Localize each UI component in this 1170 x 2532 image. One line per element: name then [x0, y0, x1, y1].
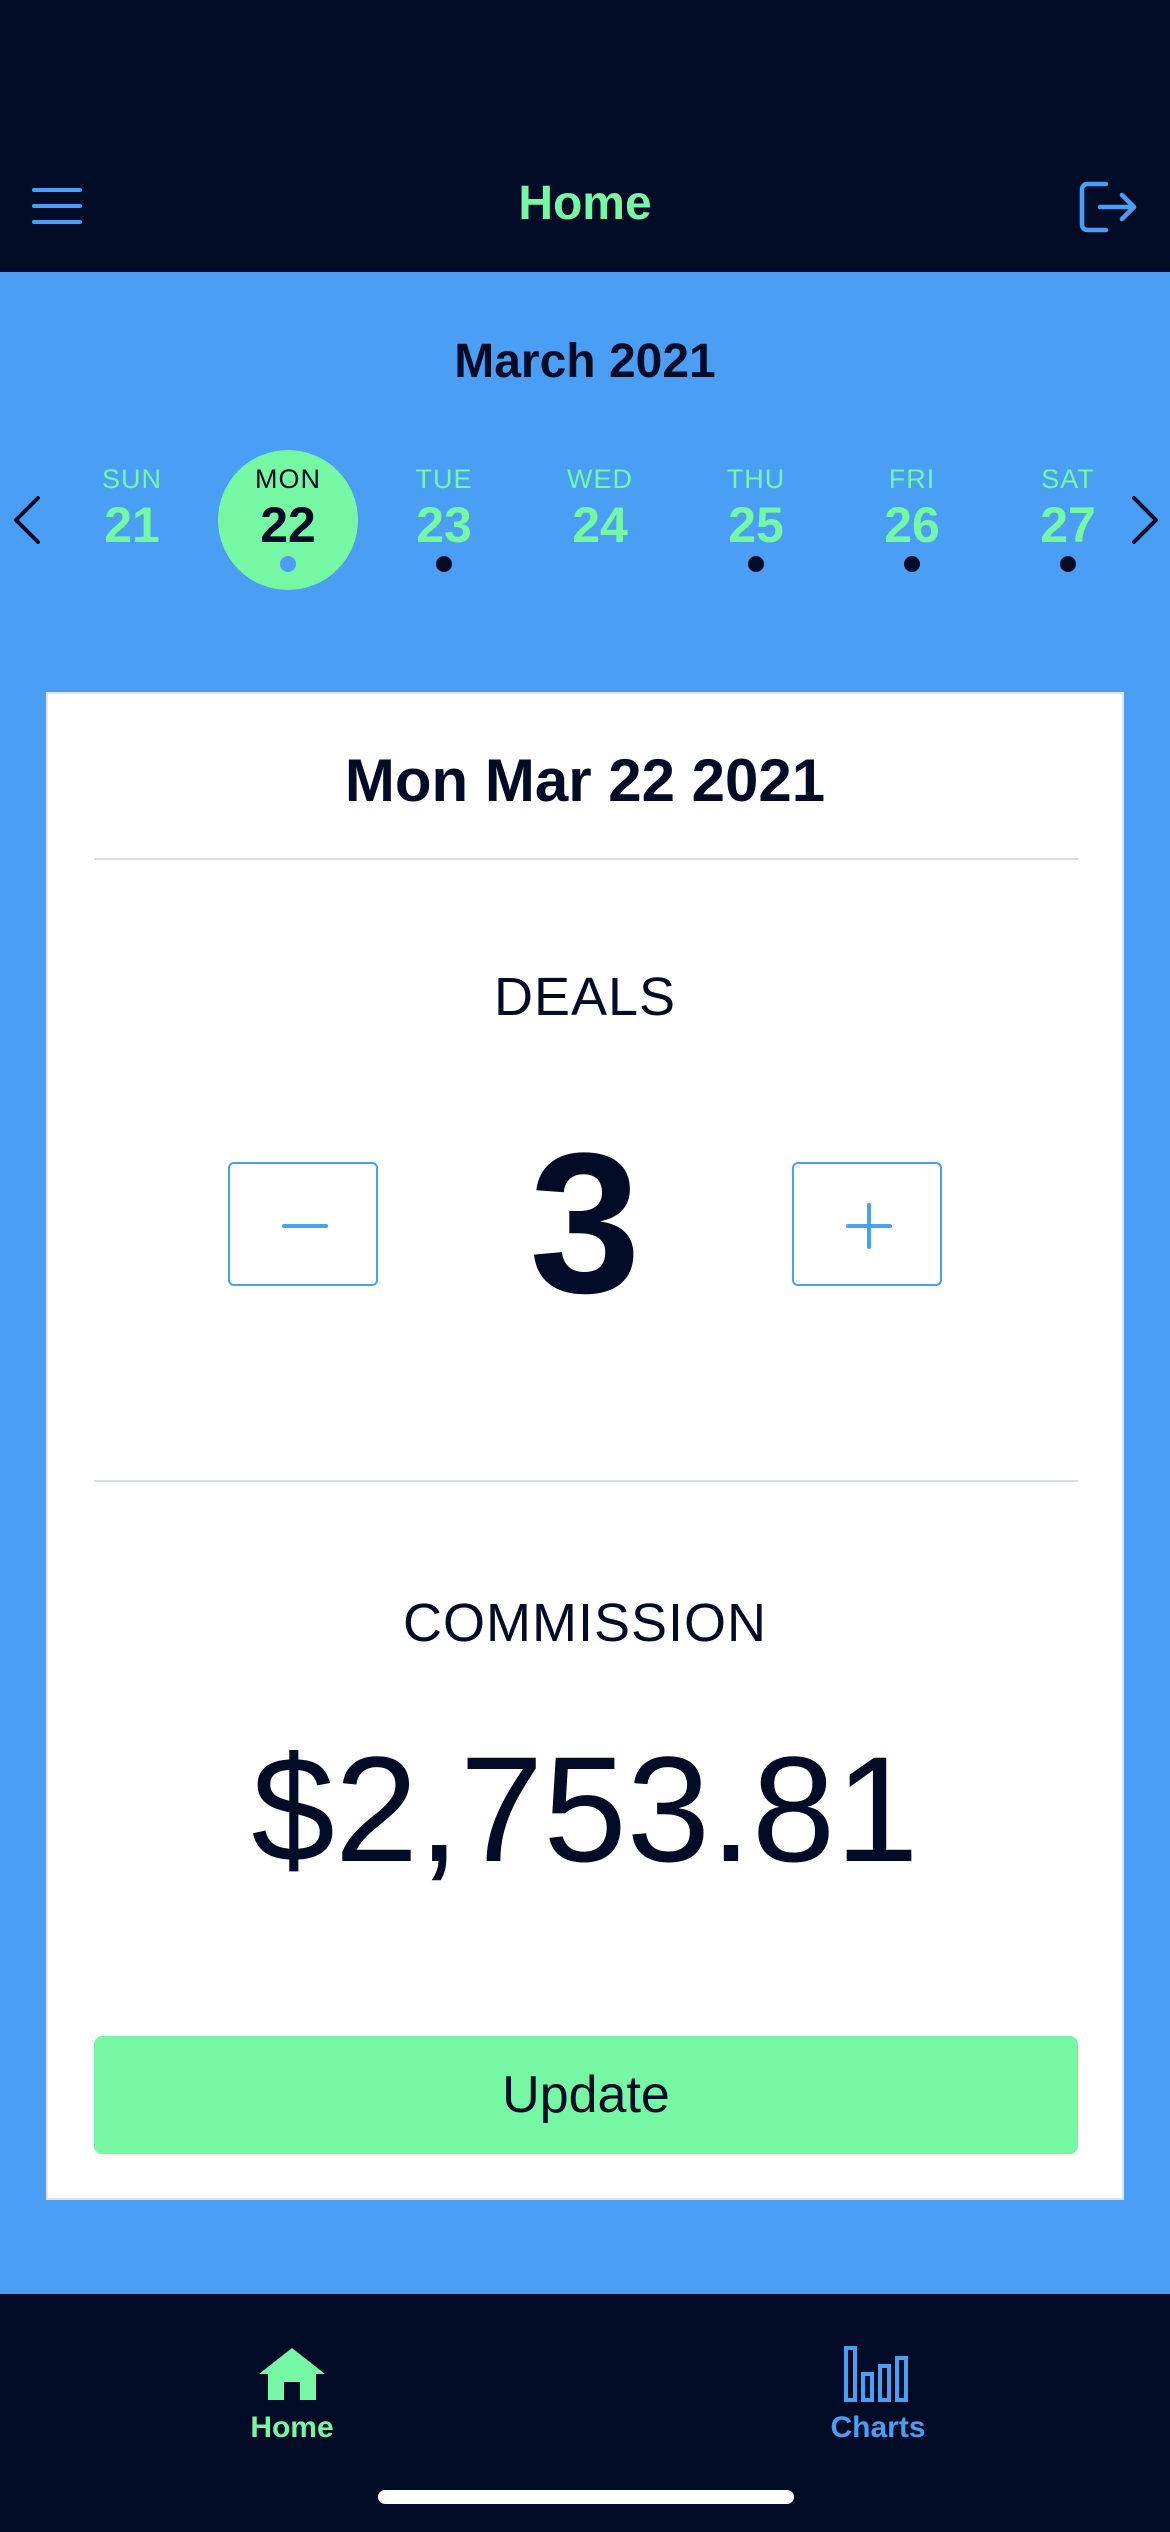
tab-charts-label: Charts — [830, 2411, 926, 2444]
deals-count: 3 — [529, 1112, 641, 1335]
home-icon — [259, 2348, 325, 2400]
page-title: Home — [518, 177, 652, 230]
day-tue-23[interactable]: TUE 23 — [374, 450, 514, 590]
logout-icon[interactable] — [1078, 180, 1140, 234]
day-wed-24[interactable]: WED 24 — [530, 450, 670, 590]
day-number: 27 — [1040, 497, 1096, 553]
tab-home-label: Home — [250, 2411, 334, 2444]
plus-icon — [846, 1203, 892, 1249]
home-indicator — [378, 2490, 794, 2504]
activity-dot — [1060, 556, 1076, 572]
day-name: SAT — [1041, 464, 1095, 494]
activity-dot — [748, 556, 764, 572]
tab-charts[interactable]: Charts — [778, 2344, 978, 2445]
day-number: 21 — [104, 497, 160, 553]
top-navigation-bar: Home — [0, 0, 1170, 272]
day-thu-25[interactable]: THU 25 — [686, 450, 826, 590]
day-name: FRI — [888, 464, 936, 494]
day-number: 23 — [416, 497, 472, 553]
day-fri-26[interactable]: FRI 26 — [842, 450, 982, 590]
commission-label: COMMISSION — [402, 1593, 767, 1653]
day-number: 22 — [260, 497, 316, 553]
commission-amount: $2,753.81 — [251, 1725, 919, 1893]
previous-week-chevron-left-icon[interactable] — [8, 494, 48, 546]
deals-card: Mon Mar 22 2021 DEALS 3 COMMISSION $2,75… — [46, 692, 1124, 2200]
activity-dot — [280, 556, 296, 572]
day-name: SUN — [101, 464, 162, 494]
day-sun-21[interactable]: SUN 21 — [62, 450, 202, 590]
activity-dot — [436, 556, 452, 572]
day-sat-27[interactable]: SAT 27 — [998, 450, 1138, 590]
day-mon-22[interactable]: MON 22 — [218, 450, 358, 590]
deals-label: DEALS — [493, 967, 677, 1027]
tab-home[interactable]: Home — [192, 2344, 392, 2445]
update-button[interactable]: Update — [94, 2036, 1078, 2154]
selected-date-title: Mon Mar 22 2021 — [344, 747, 826, 814]
day-number: 24 — [572, 497, 628, 553]
day-name: TUE — [415, 464, 473, 494]
day-name: THU — [726, 464, 786, 494]
month-label: March 2021 — [454, 335, 716, 388]
day-number: 26 — [884, 497, 940, 553]
increment-deals-button[interactable] — [792, 1162, 942, 1286]
divider — [94, 858, 1078, 860]
activity-dot — [904, 556, 920, 572]
divider — [94, 1480, 1078, 1482]
day-name: WED — [567, 464, 633, 494]
bar-chart-icon — [844, 2346, 908, 2402]
day-number: 25 — [728, 497, 784, 553]
day-name: MON — [255, 464, 321, 494]
